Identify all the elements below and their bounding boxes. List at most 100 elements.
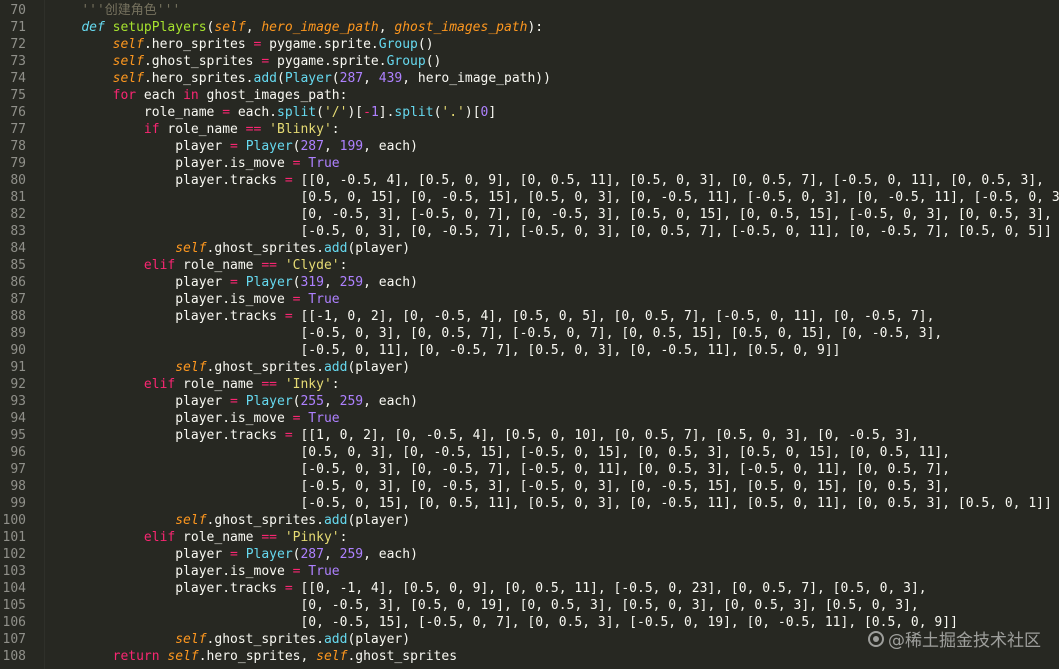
code-token: , hero_image_path)) (402, 71, 551, 86)
code-line[interactable]: 97 [-0.5, 0, 3], [0, -0.5, 7], [-0.5, 0,… (0, 461, 1059, 478)
line-code: self.ghost_sprites.add(player) (50, 631, 410, 648)
indentation (50, 615, 300, 630)
code-token: 287 (300, 547, 324, 562)
code-token: () (417, 37, 434, 52)
code-token: ( (331, 71, 340, 86)
code-line[interactable]: 99 [-0.5, 0, 15], [0, 0.5, 11], [0.5, 0,… (0, 495, 1059, 512)
line-number: 97 (10, 462, 26, 477)
line-code: player = Player(255, 259, each) (50, 393, 418, 410)
line-code: self.hero_sprites.add(Player(287, 439, h… (50, 70, 551, 87)
code-line[interactable]: 87 player.is_move = True (0, 291, 1059, 308)
code-token: , (378, 20, 395, 35)
line-code: [-0.5, 0, 11], [0, -0.5, 7], [0.5, 0, 3]… (50, 342, 840, 359)
code-line[interactable]: 93 player = Player(255, 259, each) (0, 393, 1059, 410)
line-code: player.tracks = [[-1, 0, 2], [0, -0.5, 4… (50, 308, 934, 325)
indentation (50, 649, 113, 664)
code-line[interactable]: 98 [-0.5, 0, 3], [0, -0.5, 3], [-0.5, 0,… (0, 478, 1059, 495)
code-token: , (323, 139, 340, 154)
line-number: 80 (10, 173, 26, 188)
code-line[interactable]: 77 if role_name == 'Blinky': (0, 121, 1059, 138)
code-token: [-0.5, 0, 15], [0, 0.5, 11], [0.5, 0, 3]… (300, 496, 1052, 511)
code-line[interactable]: 71 def setupPlayers(self, hero_image_pat… (0, 19, 1059, 36)
code-line[interactable]: 72 self.hero_sprites = pygame.sprite.Gro… (0, 36, 1059, 53)
code-token: [0, -0.5, 3], [-0.5, 0, 7], [0, -0.5, 3]… (300, 207, 1052, 222)
code-token: setupPlayers (112, 20, 207, 35)
code-token: (player) (347, 632, 411, 647)
code-line[interactable]: 83 [-0.5, 0, 3], [0, -0.5, 7], [-0.5, 0,… (0, 223, 1059, 240)
code-line[interactable]: 102 player = Player(287, 259, each) (0, 546, 1059, 563)
indentation (50, 513, 175, 528)
code-line[interactable]: 78 player = Player(287, 199, each) (0, 138, 1059, 155)
code-line[interactable]: 73 self.ghost_sprites = pygame.sprite.Gr… (0, 53, 1059, 70)
code-line[interactable]: 104 player.tracks = [[0, -1, 4], [0.5, 0… (0, 580, 1059, 597)
code-token: = (284, 581, 293, 596)
line-code: role_name = each.split('/')[-1].split('.… (50, 104, 496, 121)
code-token: : (339, 530, 348, 545)
line-number: 99 (10, 496, 26, 511)
code-line[interactable]: 90 [-0.5, 0, 11], [0, -0.5, 7], [0.5, 0,… (0, 342, 1059, 359)
code-line[interactable]: 94 player.is_move = True (0, 410, 1059, 427)
line-number: 101 (2, 530, 26, 545)
code-line[interactable]: 81 [0.5, 0, 15], [0, -0.5, 15], [0.5, 0,… (0, 189, 1059, 206)
code-token: elif (143, 530, 176, 545)
code-token: self (112, 37, 144, 52)
code-line[interactable]: 82 [0, -0.5, 3], [-0.5, 0, 7], [0, -0.5,… (0, 206, 1059, 223)
code-token: Group (386, 54, 426, 69)
code-line[interactable]: 70 '''创建角色''' (0, 2, 1059, 19)
code-line[interactable]: 92 elif role_name == 'Inky': (0, 376, 1059, 393)
code-token: , (323, 547, 340, 562)
code-line[interactable]: 96 [0.5, 0, 3], [0, -0.5, 15], [-0.5, 0,… (0, 444, 1059, 461)
code-token: player (175, 394, 231, 409)
code-line[interactable]: 105 [0, -0.5, 3], [0.5, 0, 19], [0, 0.5,… (0, 597, 1059, 614)
line-code: player.is_move = True (50, 291, 339, 308)
line-number: 108 (2, 649, 26, 664)
indentation (50, 428, 175, 443)
code-line[interactable]: 76 role_name = each.split('/')[-1].split… (0, 104, 1059, 121)
code-token: 287 (339, 71, 364, 86)
line-code: player.tracks = [[1, 0, 2], [0, -0.5, 4]… (50, 427, 919, 444)
code-line[interactable]: 100 self.ghost_sprites.add(player) (0, 512, 1059, 529)
line-number: 83 (10, 224, 26, 239)
code-line[interactable]: 85 elif role_name == 'Clyde': (0, 257, 1059, 274)
code-line[interactable]: 79 player.is_move = True (0, 155, 1059, 172)
code-token: .ghost_sprites. (206, 360, 324, 375)
line-number: 87 (10, 292, 26, 307)
code-token: add (323, 360, 348, 375)
code-line[interactable]: 84 self.ghost_sprites.add(player) (0, 240, 1059, 257)
indentation (50, 105, 144, 120)
code-token: player (175, 139, 231, 154)
line-number: 84 (10, 241, 26, 256)
code-line[interactable]: 86 player = Player(319, 259, each) (0, 274, 1059, 291)
code-line[interactable]: 80 player.tracks = [[0, -0.5, 4], [0.5, … (0, 172, 1059, 189)
indentation (50, 54, 113, 69)
code-line[interactable]: 74 self.hero_sprites.add(Player(287, 439… (0, 70, 1059, 87)
indentation (50, 377, 144, 392)
code-token: .ghost_sprites. (206, 513, 324, 528)
code-line[interactable]: 75 for each in ghost_images_path: (0, 87, 1059, 104)
code-token: - (363, 105, 371, 120)
line-number: 95 (10, 428, 26, 443)
code-token: : (331, 122, 340, 137)
code-editor[interactable]: 70 '''创建角色''' 71 def setupPlayers(self, h… (0, 0, 1059, 669)
code-line[interactable]: 88 player.tracks = [[-1, 0, 2], [0, -0.5… (0, 308, 1059, 325)
code-line[interactable]: 91 self.ghost_sprites.add(player) (0, 359, 1059, 376)
code-token: ( (277, 71, 285, 86)
line-code: player.is_move = True (50, 563, 339, 580)
line-code: [0.5, 0, 3], [0, -0.5, 15], [-0.5, 0, 15… (50, 444, 950, 461)
code-token: = (261, 54, 270, 69)
code-token: player.is_move (175, 292, 293, 307)
code-line[interactable]: 95 player.tracks = [[1, 0, 2], [0, -0.5,… (0, 427, 1059, 444)
indentation (50, 530, 144, 545)
code-token: 259 (339, 547, 364, 562)
code-lines[interactable]: 70 '''创建角色''' 71 def setupPlayers(self, h… (0, 2, 1059, 665)
code-token: True (308, 156, 340, 171)
code-token: : (331, 377, 340, 392)
code-line[interactable]: 103 player.is_move = True (0, 563, 1059, 580)
code-token: : (339, 258, 348, 273)
code-line[interactable]: 89 [-0.5, 0, 3], [0, 0.5, 7], [-0.5, 0, … (0, 325, 1059, 342)
code-line[interactable]: 101 elif role_name == 'Pinky': (0, 529, 1059, 546)
code-token: True (308, 411, 340, 426)
